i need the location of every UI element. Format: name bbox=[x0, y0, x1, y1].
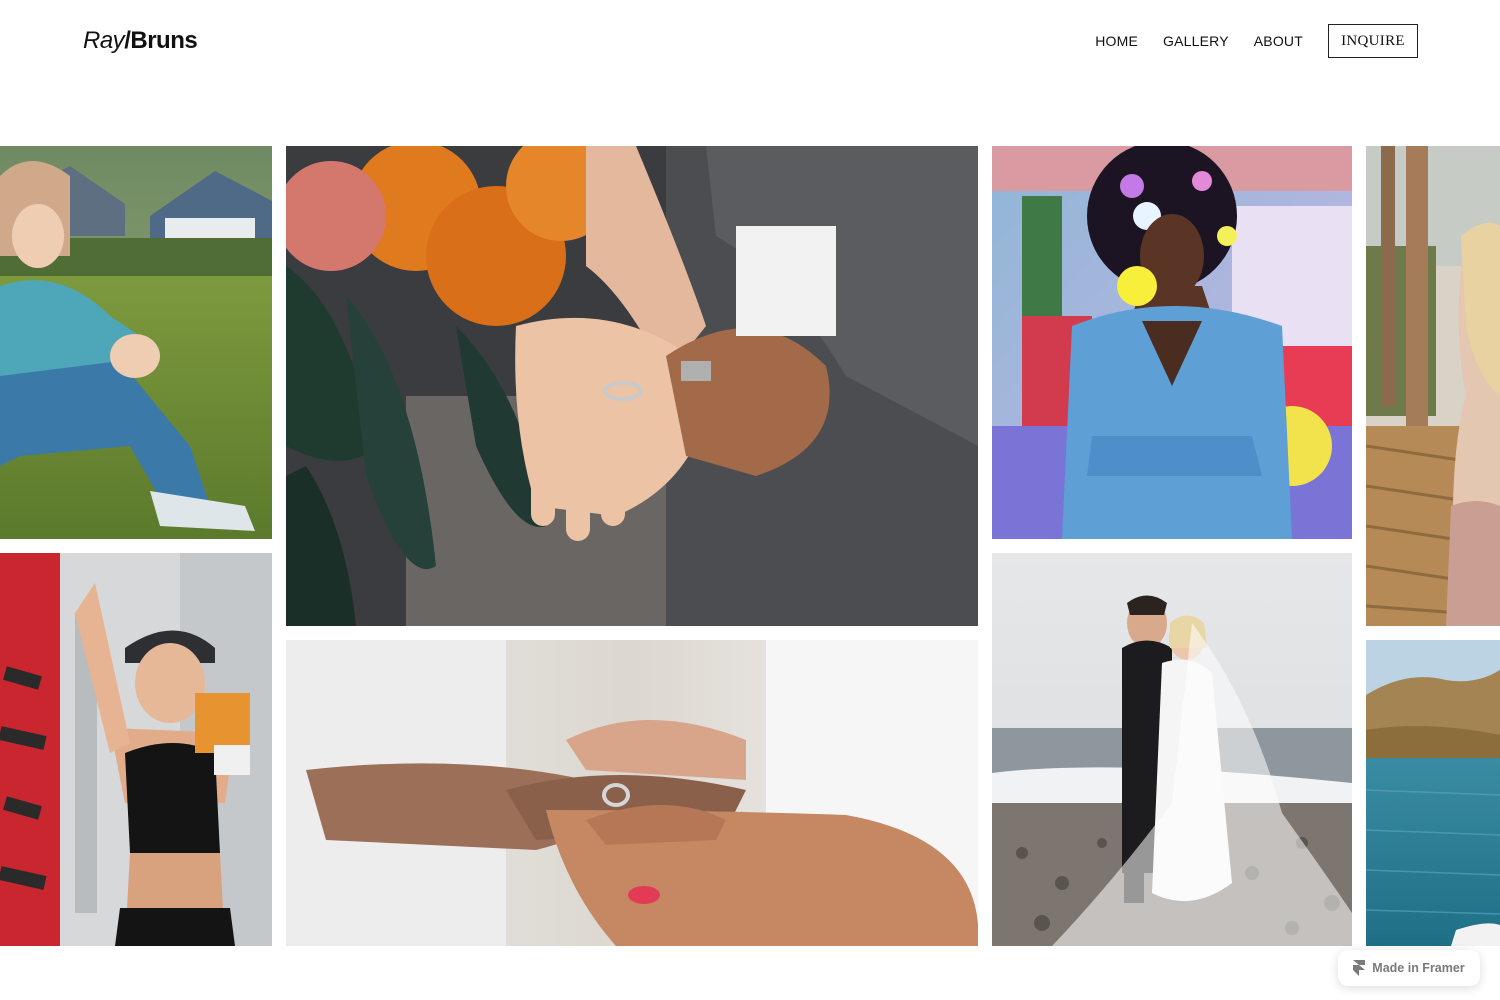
photo-woman-by-tree-image bbox=[1366, 146, 1500, 626]
photo-bride-groom-beach-image bbox=[992, 553, 1352, 946]
photo-woman-by-tree[interactable] bbox=[1366, 146, 1500, 626]
photo-ring-placement[interactable] bbox=[286, 640, 978, 946]
photo-bride-groom-beach[interactable] bbox=[992, 553, 1352, 946]
photo-ring-placement-image bbox=[286, 640, 978, 946]
photo-woman-flowers-denim[interactable] bbox=[992, 146, 1352, 539]
photo-hands-wedding-rings-image bbox=[286, 146, 978, 626]
photo-girl-on-grass[interactable] bbox=[0, 146, 272, 539]
photo-woman-boxer[interactable] bbox=[0, 553, 272, 946]
photo-girl-on-grass-image bbox=[0, 146, 272, 539]
photo-lake-hills[interactable] bbox=[1366, 640, 1500, 946]
photo-hands-wedding-rings[interactable] bbox=[286, 146, 978, 626]
photo-gallery bbox=[0, 0, 1500, 1000]
photo-woman-flowers-denim-image bbox=[992, 146, 1352, 539]
framer-icon bbox=[1353, 960, 1366, 976]
photo-lake-hills-image bbox=[1366, 640, 1500, 946]
made-in-framer-badge[interactable]: Made in Framer bbox=[1338, 950, 1480, 986]
photo-woman-boxer-image bbox=[0, 553, 272, 946]
made-in-framer-label: Made in Framer bbox=[1372, 961, 1465, 975]
